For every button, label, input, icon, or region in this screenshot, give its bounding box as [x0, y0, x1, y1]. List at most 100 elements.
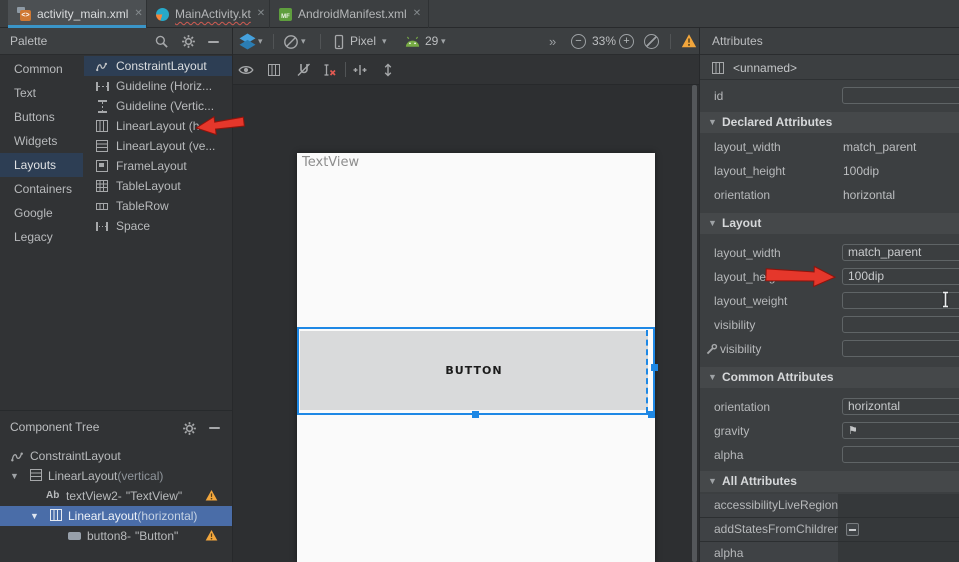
panel-divider[interactable]: [232, 28, 233, 562]
resize-handle-right[interactable]: [651, 364, 658, 371]
textview-widget[interactable]: TextView: [302, 155, 359, 170]
collapse-triangle-icon[interactable]: ▼: [708, 471, 717, 492]
tab-mainactivity-kt[interactable]: MainActivity.kt ✕: [147, 0, 270, 28]
layout-width-input[interactable]: match_parent: [842, 244, 959, 261]
palette-category-buttons[interactable]: Buttons: [0, 105, 83, 129]
attribute-value-cell[interactable]: [838, 542, 959, 562]
chevron-down-icon[interactable]: ▾: [301, 28, 306, 55]
collapse-triangle-icon[interactable]: ▼: [708, 367, 717, 388]
tree-item-button8[interactable]: button8-"Button": [0, 526, 232, 546]
attribute-value[interactable]: 100dip: [843, 159, 879, 183]
section-declared-attributes[interactable]: ▼ Declared Attributes: [700, 112, 959, 133]
attribute-row: alpha: [700, 443, 959, 467]
chevron-down-icon[interactable]: ▾: [441, 28, 446, 55]
attribute-row[interactable]: layout_width match_parent: [700, 135, 959, 159]
tree-item-linearlayout-vertical[interactable]: ▼ LinearLayout(vertical): [0, 466, 232, 486]
palette-item-tablelayout[interactable]: TableLayout: [84, 176, 232, 196]
collapse-arrow-icon[interactable]: ▼: [30, 506, 39, 526]
gravity-input[interactable]: ⚑: [842, 422, 959, 439]
palette-item-framelayout[interactable]: FrameLayout: [84, 156, 232, 176]
hide-panel-icon[interactable]: [209, 427, 220, 429]
toolbar-overflow-icon[interactable]: »: [549, 28, 556, 55]
tab-androidmanifest-xml[interactable]: MF AndroidManifest.xml ✕: [270, 0, 429, 28]
resize-handle-bottom[interactable]: [472, 411, 479, 418]
flag-icon[interactable]: ⚑: [848, 425, 858, 437]
attribute-row[interactable]: addStatesFromChildren: [700, 518, 959, 542]
close-tab-icon[interactable]: ✕: [413, 9, 421, 19]
palette-item-constraintlayout[interactable]: ConstraintLayout: [84, 56, 232, 76]
palette-category-text[interactable]: Text: [0, 81, 83, 105]
separator: [670, 34, 671, 49]
section-common-attributes[interactable]: ▼ Common Attributes: [700, 367, 959, 388]
id-input[interactable]: [842, 87, 959, 104]
view-options-eye-icon[interactable]: [238, 62, 254, 78]
tree-item-textview2[interactable]: Ab textView2-"TextView": [0, 486, 232, 506]
tree-item-label: LinearLayout(vertical): [48, 466, 163, 486]
attribute-value-cell[interactable]: [838, 494, 959, 517]
device-phone-icon[interactable]: [331, 34, 347, 50]
design-canvas[interactable]: TextView BUTTON: [233, 85, 699, 562]
attribute-row[interactable]: orientation horizontal: [700, 183, 959, 207]
canvas-scrollbar[interactable]: [692, 85, 697, 562]
chevron-down-icon[interactable]: ▾: [382, 28, 387, 55]
attribute-row[interactable]: alpha: [700, 542, 959, 562]
palette-item-linearlayout-vertical[interactable]: LinearLayout (ve...: [84, 136, 232, 156]
attribute-row[interactable]: accessibilityLiveRegion: [700, 494, 959, 518]
zoom-in-icon[interactable]: +: [619, 34, 634, 49]
indeterminate-checkbox[interactable]: [846, 523, 859, 536]
collapse-arrow-icon[interactable]: ▼: [10, 466, 19, 486]
zoom-out-icon[interactable]: −: [571, 34, 586, 49]
palette-category-widgets[interactable]: Widgets: [0, 129, 83, 153]
search-icon[interactable]: [154, 34, 169, 49]
infer-constraints-icon[interactable]: [352, 62, 368, 78]
expand-vertical-icon[interactable]: [380, 62, 396, 78]
tree-item-constraintlayout[interactable]: ConstraintLayout: [0, 446, 232, 466]
design-surface-icon[interactable]: [239, 33, 256, 50]
palette-category-google[interactable]: Google: [0, 201, 83, 225]
palette-item-guideline-horizontal[interactable]: Guideline (Horiz...: [84, 76, 232, 96]
zoom-to-fit-icon[interactable]: [644, 34, 659, 49]
gear-icon[interactable]: [182, 421, 197, 436]
palette-category-common[interactable]: Common: [0, 57, 83, 81]
orientation-icon[interactable]: [283, 34, 299, 50]
device-selector[interactable]: Pixel: [350, 28, 376, 55]
device-screen[interactable]: TextView BUTTON: [297, 153, 655, 562]
api-level-selector[interactable]: 29: [425, 28, 438, 55]
palette-category-layouts[interactable]: Layouts: [0, 153, 83, 177]
attribute-row[interactable]: layout_height 100dip: [700, 159, 959, 183]
android-api-icon[interactable]: [404, 36, 421, 48]
attribute-label: layout_width: [714, 135, 781, 159]
alpha-input[interactable]: [842, 446, 959, 463]
palette-category-containers[interactable]: Containers: [0, 177, 83, 201]
constraintlayout-icon: [95, 59, 109, 74]
visibility-input[interactable]: [842, 316, 959, 333]
attribute-value-cell[interactable]: [838, 518, 959, 541]
selection-frame[interactable]: [297, 327, 655, 415]
linearlayout-horizontal-icon: [50, 509, 62, 521]
warnings-icon[interactable]: [681, 33, 697, 49]
palette-category-legacy[interactable]: Legacy: [0, 225, 83, 249]
collapse-triangle-icon[interactable]: ▼: [708, 112, 717, 133]
gear-icon[interactable]: [181, 34, 196, 49]
panel-divider[interactable]: [699, 28, 700, 562]
orientation-input[interactable]: horizontal: [842, 398, 959, 415]
palette-item-tablerow[interactable]: TableRow: [84, 196, 232, 216]
tree-item-linearlayout-horizontal[interactable]: ▼ LinearLayout(horizontal): [0, 506, 232, 526]
close-tab-icon[interactable]: ✕: [257, 9, 265, 19]
linearlayout-orientation-icon[interactable]: [268, 64, 280, 76]
attribute-value[interactable]: horizontal: [843, 183, 895, 207]
layout-height-input[interactable]: 100dip: [842, 268, 959, 285]
tab-activity-main-xml[interactable]: <> activity_main.xml ✕: [8, 0, 147, 28]
autoconnect-off-icon[interactable]: [296, 62, 312, 78]
clear-constraints-icon[interactable]: [322, 62, 338, 78]
section-layout[interactable]: ▼ Layout: [700, 213, 959, 234]
attribute-value[interactable]: match_parent: [843, 135, 916, 159]
collapse-triangle-icon[interactable]: ▼: [708, 213, 717, 234]
resize-handle-bottom-right[interactable]: [648, 411, 655, 418]
close-tab-icon[interactable]: ✕: [134, 9, 142, 19]
section-all-attributes[interactable]: ▼ All Attributes: [700, 471, 959, 492]
palette-item-space[interactable]: Space: [84, 216, 232, 236]
hide-panel-icon[interactable]: [208, 41, 219, 43]
chevron-down-icon[interactable]: ▾: [258, 28, 263, 55]
tools-visibility-input[interactable]: [842, 340, 959, 357]
